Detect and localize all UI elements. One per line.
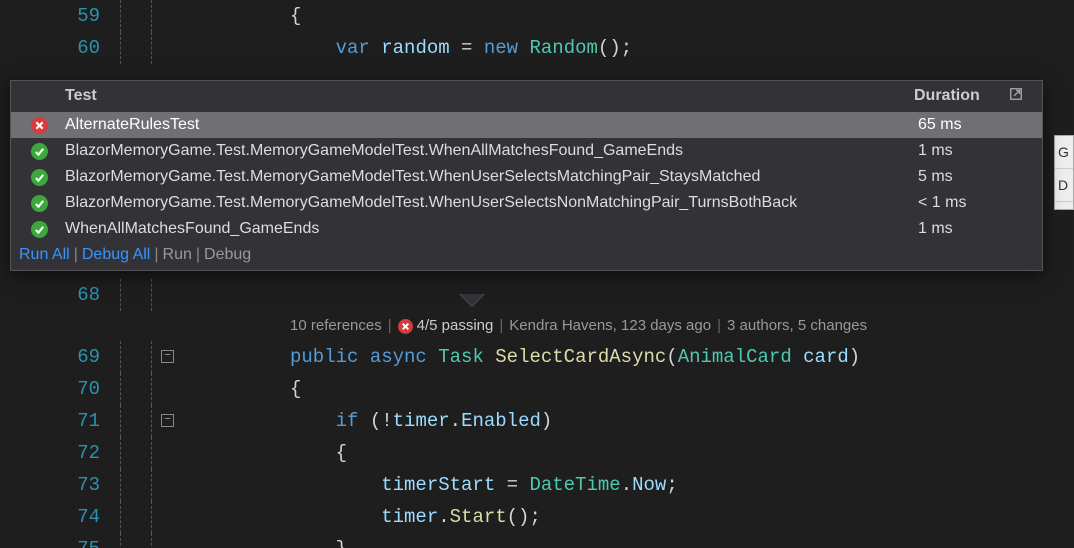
line-number: 71 (0, 405, 120, 437)
column-header-test[interactable]: Test (65, 87, 914, 106)
test-duration: 1 ms (918, 142, 1028, 160)
test-row[interactable]: BlazorMemoryGame.Test.MemoryGameModelTes… (11, 164, 1042, 190)
popout-icon[interactable] (1004, 87, 1028, 106)
fail-icon (398, 319, 413, 334)
code-line[interactable]: } (290, 533, 347, 548)
code-line[interactable]: timerStart = DateTime.Now; (290, 469, 678, 501)
side-panel-sliver[interactable]: G D (1054, 135, 1074, 210)
test-duration: 65 ms (918, 116, 1028, 134)
line-number: 73 (0, 469, 120, 501)
debug-link[interactable]: Debug (204, 246, 251, 264)
test-duration: 1 ms (918, 220, 1028, 238)
line-number: 75 (0, 533, 120, 548)
run-link[interactable]: Run (163, 246, 192, 264)
pass-icon (29, 193, 49, 213)
fold-toggle[interactable]: − (161, 350, 174, 363)
code-line[interactable]: var random = new Random(); (290, 32, 632, 64)
sliver-letter: G (1055, 136, 1073, 169)
line-number: 72 (0, 437, 120, 469)
codelens[interactable]: 10 references | 4/5 passing | Kendra Hav… (0, 311, 1074, 341)
code-line[interactable]: public async Task SelectCardAsync(Animal… (290, 341, 860, 373)
line-number: 59 (0, 0, 120, 32)
test-name: BlazorMemoryGame.Test.MemoryGameModelTes… (65, 168, 918, 186)
pass-icon (29, 167, 49, 187)
test-row[interactable]: BlazorMemoryGame.Test.MemoryGameModelTes… (11, 190, 1042, 216)
fold-toggle[interactable]: − (161, 414, 174, 427)
code-line[interactable]: timer.Start(); (290, 501, 541, 533)
test-row[interactable]: BlazorMemoryGame.Test.MemoryGameModelTes… (11, 138, 1042, 164)
pass-icon (29, 141, 49, 161)
codelens-tests[interactable]: 4/5 passing (398, 311, 494, 341)
test-name: BlazorMemoryGame.Test.MemoryGameModelTes… (65, 194, 918, 212)
line-number: 69 (0, 341, 120, 373)
line-number: 68 (0, 279, 120, 311)
editor: 59 { 60 var random = new Random(); 68 10… (0, 0, 1074, 548)
test-row[interactable]: WhenAllMatchesFound_GameEnds 1 ms (11, 216, 1042, 242)
debug-all-link[interactable]: Debug All (82, 246, 151, 264)
pass-icon (29, 219, 49, 239)
test-duration: < 1 ms (918, 194, 1028, 212)
popup-actions: Run All | Debug All | Run | Debug (11, 242, 1042, 270)
code-line[interactable]: { (290, 373, 301, 405)
test-name: BlazorMemoryGame.Test.MemoryGameModelTes… (65, 142, 918, 160)
line-number: 70 (0, 373, 120, 405)
codelens-authors[interactable]: 3 authors, 5 changes (727, 311, 867, 341)
line-number: 60 (0, 32, 120, 64)
codelens-references[interactable]: 10 references (290, 311, 382, 341)
test-name: AlternateRulesTest (65, 116, 918, 134)
test-name: WhenAllMatchesFound_GameEnds (65, 220, 918, 238)
test-row[interactable]: AlternateRulesTest 65 ms (11, 112, 1042, 138)
code-line[interactable]: { (290, 0, 301, 32)
test-duration: 5 ms (918, 168, 1028, 186)
codelens-blame[interactable]: Kendra Havens, 123 days ago (509, 311, 711, 341)
popup-arrow (460, 294, 484, 306)
sliver-letter: D (1055, 169, 1073, 202)
run-all-link[interactable]: Run All (19, 246, 70, 264)
test-results-popup: Test Duration AlternateRulesTest 65 ms B… (10, 80, 1043, 271)
line-number: 74 (0, 501, 120, 533)
code-line[interactable]: { (290, 437, 347, 469)
code-line[interactable]: if (!timer.Enabled) (290, 405, 552, 437)
fail-icon (29, 115, 49, 135)
column-header-duration[interactable]: Duration (914, 87, 1004, 106)
